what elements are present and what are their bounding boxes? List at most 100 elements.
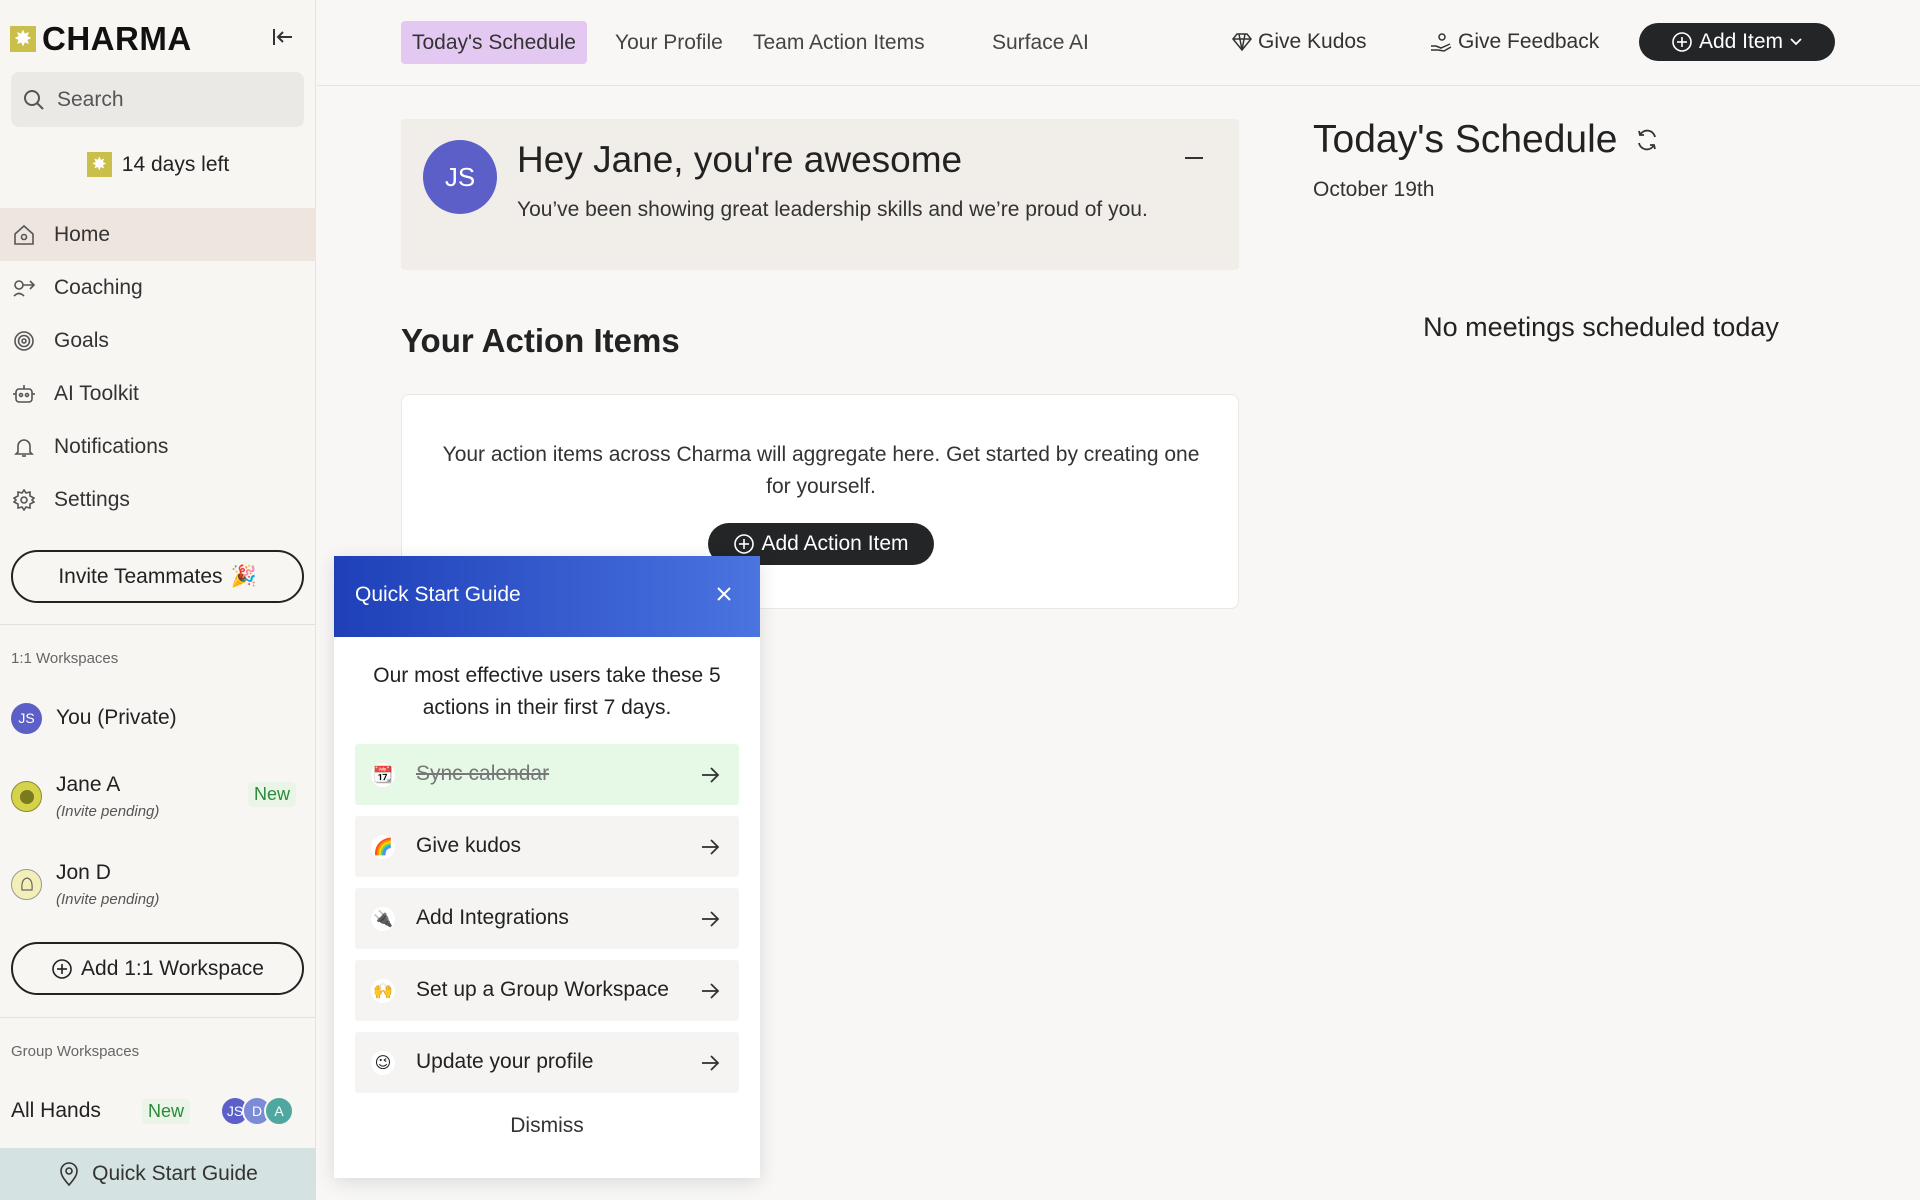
nav-item-coaching[interactable]: Coaching [0,261,316,314]
robot-icon [12,382,36,406]
tab-your-profile[interactable]: Your Profile [604,21,734,64]
dismiss-button[interactable]: Dismiss [334,1114,760,1138]
plus-circle-icon [734,534,755,554]
workspace-name: All Hands [11,1099,101,1122]
bell-icon [12,435,36,459]
nav-item-notifications[interactable]: Notifications [0,420,316,473]
raised-hands-icon: 🙌 [371,979,395,1003]
collapse-sidebar-button[interactable] [270,24,296,50]
invite-teammates-button[interactable]: Invite Teammates 🎉 [11,550,304,603]
tab-label: Team Action Items [753,30,925,54]
step-label: Give kudos [416,834,522,857]
doodle-avatar-icon [19,790,34,804]
add-workspace-label: Add 1:1 Workspace [81,956,264,980]
nav-item-home[interactable]: Home [0,208,316,261]
winking-face-icon: 😉 [371,1051,395,1075]
arrow-right-icon [702,1055,720,1071]
search-icon [24,89,44,110]
quick-start-guide-footer-button[interactable]: Quick Start Guide [0,1148,316,1200]
quick-start-step-group-workspace[interactable]: 🙌 Set up a Group Workspace [355,960,739,1021]
rainbow-icon: 🌈 [371,835,395,859]
action-items-title: Your Action Items [401,322,680,359]
new-badge: New [141,1099,190,1124]
tab-team-action-items[interactable]: Team Action Items [742,21,936,64]
trial-days-left: 14 days left [121,152,230,176]
nav-label: Goals [54,328,109,352]
workspace-name: Jon D [56,860,111,884]
minimize-button[interactable] [1185,145,1205,165]
invite-teammates-label: Invite Teammates [58,564,223,588]
add-item-label: Add Item [1698,30,1784,53]
quick-start-step-update-profile[interactable]: 😉 Update your profile [355,1032,739,1093]
workspace-name: Jane A [56,772,121,796]
add-item-button[interactable]: Add Item [1639,23,1835,61]
tab-label: Surface AI [992,30,1089,54]
party-popper-icon: 🎉 [230,564,257,588]
kudos-title: Hey Jane, you're awesome [517,139,963,180]
close-icon[interactable] [714,584,734,604]
plus-circle-icon [52,958,72,979]
coaching-icon [12,276,36,300]
avatar [11,868,42,900]
trial-status: ✸ 14 days left [0,152,316,177]
nav-item-goals[interactable]: Goals [0,314,316,367]
step-label: Add Integrations [416,906,569,929]
quick-start-intro: Our most effective users take these 5 ac… [373,664,721,719]
schedule-header: Today's Schedule [1313,118,1659,162]
plug-icon: 🔌 [371,907,395,931]
gear-icon [12,488,36,512]
workspace-name: You (Private) [56,706,177,729]
workspace-item-jon[interactable]: Jon D (Invite pending) [11,854,304,914]
quick-start-header: Quick Start Guide [334,556,760,637]
give-kudos-label: Give Kudos [1258,30,1367,53]
add-action-item-label: Add Action Item [761,532,909,555]
nav-label: Coaching [54,275,143,299]
workspace-status: (Invite pending) [56,802,160,820]
quick-start-step-sync-calendar[interactable]: 📆 Sync calendar [355,744,739,805]
tab-label: Your Profile [615,30,723,54]
quick-start-step-give-kudos[interactable]: 🌈 Give kudos [355,816,739,877]
top-bar: Today's Schedule Your Profile Team Actio… [317,0,1920,86]
group-section-label: Group Workspaces [11,1043,140,1060]
chevron-down-icon [1790,38,1802,46]
avatar: JS [423,140,497,214]
quick-start-guide-popup: Quick Start Guide Our most effective use… [334,556,760,1178]
quick-start-step-add-integrations[interactable]: 🔌 Add Integrations [355,888,739,949]
map-pin-icon [60,1162,78,1187]
search-input[interactable] [57,87,277,112]
sidebar: ✸ CHARMA ✸ 14 days left Home Coaching [0,0,316,1200]
nav-label: Notifications [54,434,169,458]
refresh-icon[interactable] [1635,128,1659,152]
nav-item-settings[interactable]: Settings [0,473,316,526]
diamond-icon [1232,33,1252,51]
one-on-one-section-label: 1:1 Workspaces [11,650,119,667]
arrow-right-icon [702,767,720,783]
arrow-right-icon [702,911,720,927]
tab-todays-schedule[interactable]: Today's Schedule [401,21,587,64]
new-badge: New [247,782,296,807]
doodle-avatar-icon [20,877,33,891]
workspace-item-all-hands[interactable]: All Hands New JS D A [11,1092,304,1130]
workspace-item-jane[interactable]: Jane A (Invite pending) New [11,766,304,826]
give-kudos-button[interactable]: Give Kudos [1232,24,1367,60]
nav-label: AI Toolkit [54,381,139,405]
main-nav: Home Coaching Goals AI Toolkit Notificat… [0,208,316,526]
give-feedback-button[interactable]: Give Feedback [1430,24,1599,60]
kudos-message: You’ve been showing great leadership ski… [517,198,1148,221]
calendar-icon: 📆 [371,763,395,787]
give-feedback-label: Give Feedback [1458,30,1600,53]
brand-name: CHARMA [42,20,192,57]
nav-item-ai-toolkit[interactable]: AI Toolkit [0,367,316,420]
avatar [11,780,42,812]
tab-surface-ai[interactable]: Surface AI [981,21,1100,64]
avatar-stack: JS D A [220,1096,294,1126]
step-label: Sync calendar [416,762,550,785]
add-workspace-button[interactable]: Add 1:1 Workspace [11,942,304,995]
tab-label: Today's Schedule [412,30,576,54]
schedule-title: Today's Schedule [1313,118,1618,161]
brand-logo[interactable]: ✸ CHARMA [10,20,192,58]
workspace-item-you[interactable]: JS You (Private) [11,700,304,736]
kudos-card: JS Hey Jane, you're awesome You’ve been … [401,119,1239,270]
quick-start-title: Quick Start Guide [355,583,521,606]
search-box[interactable] [11,72,304,127]
